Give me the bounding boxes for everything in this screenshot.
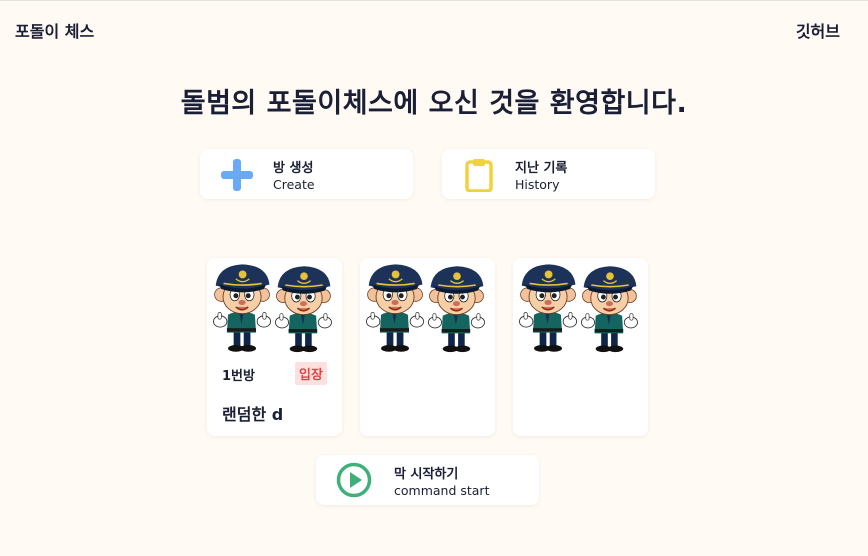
clipboard-icon bbox=[465, 159, 493, 192]
room-card[interactable]: 1번방 입장 랜덤한 d bbox=[207, 258, 342, 436]
start-subtitle: command start bbox=[394, 483, 490, 498]
play-circle-icon bbox=[336, 462, 372, 498]
room-card[interactable] bbox=[360, 258, 495, 436]
enter-badge[interactable]: 입장 bbox=[295, 362, 327, 385]
police-mascot-image bbox=[365, 263, 486, 353]
start-title: 막 시작하기 bbox=[394, 467, 459, 482]
history-button[interactable]: 지난 기록 History bbox=[442, 149, 655, 199]
room-name: 랜덤한 d bbox=[222, 405, 284, 424]
brand-logo[interactable]: 포돌이 체스 bbox=[15, 18, 94, 42]
police-mascot-image bbox=[212, 263, 333, 353]
room-card[interactable] bbox=[513, 258, 648, 436]
history-title: 지난 기록 bbox=[515, 161, 568, 176]
command-start-button[interactable]: 막 시작하기 command start bbox=[316, 455, 539, 505]
page-title: 돌범의 포돌이체스에 오신 것을 환영합니다. bbox=[180, 88, 688, 119]
create-title: 방 생성 bbox=[273, 161, 314, 176]
police-mascot-image bbox=[518, 263, 639, 353]
github-link[interactable]: 깃허브 bbox=[796, 18, 840, 42]
room-number: 1번방 bbox=[222, 369, 255, 384]
top-bar: 포돌이 체스 깃허브 bbox=[0, 1, 868, 57]
plus-icon bbox=[221, 159, 253, 191]
create-subtitle: Create bbox=[273, 177, 315, 192]
create-room-button[interactable]: 방 생성 Create bbox=[200, 149, 413, 199]
history-subtitle: History bbox=[515, 177, 560, 192]
